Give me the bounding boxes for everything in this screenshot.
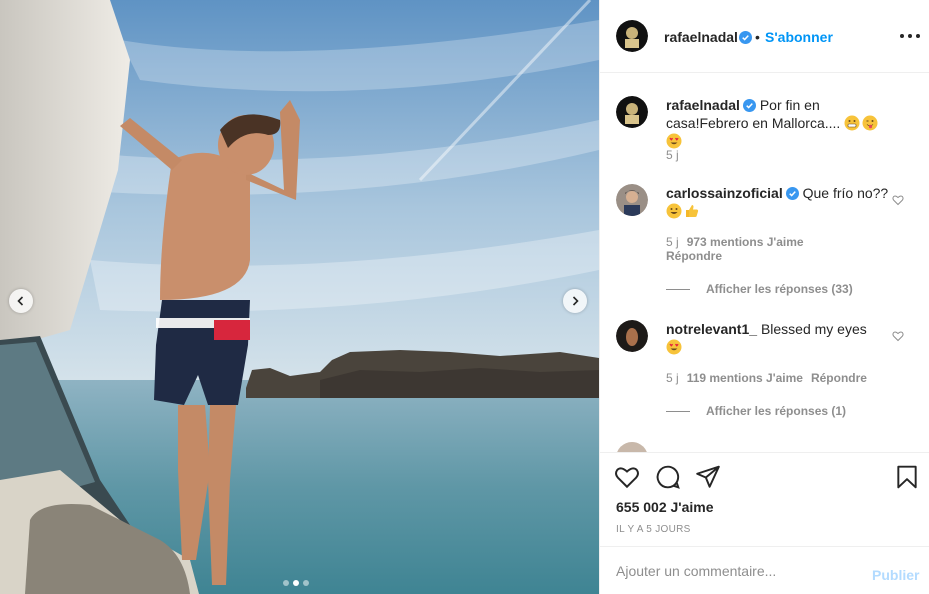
avatar-image: [616, 96, 648, 128]
post-actions: 655 002 J'aime IL Y A 5 JOURS: [600, 452, 929, 546]
carousel-dot: [283, 580, 289, 586]
save-bookmark-icon[interactable]: [894, 464, 920, 490]
heart-eyes-face-emoji: [666, 339, 682, 355]
verified-badge-icon: [785, 187, 799, 200]
chevron-right-icon: [572, 296, 579, 306]
caption-avatar[interactable]: [616, 96, 648, 128]
avatar-image: [616, 320, 648, 352]
header-separator: •: [755, 29, 760, 45]
comment-text-block: notrelevant1_ Blessed my eyes: [666, 320, 894, 356]
grimacing-face-emoji: [844, 115, 860, 131]
more-options-button[interactable]: [900, 28, 920, 44]
more-options-dot-icon: [900, 34, 904, 38]
more-options-dot-icon: [916, 34, 920, 38]
photo-scene: [0, 0, 599, 594]
comment-text: Blessed my eyes: [760, 321, 867, 337]
add-comment-bar: Publier: [600, 546, 929, 594]
post-photo[interactable]: [0, 0, 599, 594]
verified-badge-icon: [739, 31, 752, 44]
reply-button[interactable]: Répondre: [811, 371, 867, 385]
caption-time[interactable]: 5 j: [666, 148, 679, 162]
grinning-face-emoji: [666, 203, 682, 219]
comment-bubble-icon[interactable]: [655, 464, 681, 490]
share-paper-plane-icon[interactable]: [695, 464, 721, 490]
next-slide-button[interactable]: [563, 289, 587, 313]
verified-badge-icon: [742, 99, 756, 112]
comment-text: Que frío no??: [802, 185, 889, 201]
comment-text-block: carlossainzoficial Que frío no??: [666, 184, 894, 220]
winking-tongue-face-emoji: [862, 115, 878, 131]
publish-button[interactable]: Publier: [872, 567, 919, 583]
caption-username[interactable]: rafaelnadal: [666, 97, 740, 113]
view-replies-button[interactable]: Afficher les réponses (1): [666, 404, 846, 418]
carousel-dot-active: [293, 580, 299, 586]
comment-meta: 5 j 119 mentions J'aime Répondre: [666, 371, 867, 385]
post-sidebar: rafaelnadal • S'abonner rafaelnadal Por …: [599, 0, 929, 594]
view-replies-label: Afficher les réponses (1): [706, 404, 847, 418]
comment-username[interactable]: carlossainzoficial: [666, 185, 783, 201]
post-date[interactable]: IL Y A 5 JOURS: [616, 524, 691, 535]
comment-likes[interactable]: 119 mentions J'aime: [687, 371, 803, 385]
heart-eyes-face-emoji: [666, 133, 682, 149]
carousel-indicator: [283, 580, 309, 586]
commenter-avatar[interactable]: [616, 320, 648, 352]
previous-slide-button[interactable]: [9, 289, 33, 313]
chevron-left-icon: [17, 296, 24, 306]
follow-button[interactable]: S'abonner: [765, 29, 833, 45]
comment-meta: 5 j 973 mentions J'aime Répondre: [666, 235, 804, 263]
comments-list[interactable]: rafaelnadal Por fin en casa!Febrero en M…: [600, 74, 929, 452]
likes-count[interactable]: 655 002 J'aime: [616, 499, 714, 515]
reply-button[interactable]: Répondre: [666, 249, 722, 263]
like-heart-icon[interactable]: [614, 464, 640, 490]
author-username[interactable]: rafaelnadal: [664, 29, 738, 45]
comment-time[interactable]: 5 j: [666, 235, 679, 249]
divider-line: [666, 288, 690, 290]
view-replies-label: Afficher les réponses (33): [706, 282, 853, 296]
thumbs-up-emoji: [686, 205, 699, 217]
avatar-image: [616, 184, 648, 216]
caption-text-block: rafaelnadal Por fin en casa!Febrero en M…: [666, 96, 894, 150]
divider-line: [666, 410, 690, 412]
author-avatar[interactable]: [616, 20, 648, 52]
commenter-avatar[interactable]: [616, 184, 648, 216]
like-comment-heart-icon[interactable]: [892, 194, 904, 206]
comment-username[interactable]: notrelevant1_: [666, 321, 757, 337]
next-commenter-avatar[interactable]: [616, 442, 648, 452]
like-comment-heart-icon[interactable]: [892, 330, 904, 342]
avatar-image: [616, 20, 648, 52]
comment-input[interactable]: [616, 560, 856, 582]
comment-likes[interactable]: 973 mentions J'aime: [687, 235, 804, 249]
carousel-dot: [303, 580, 309, 586]
comment-time[interactable]: 5 j: [666, 371, 679, 385]
view-replies-button[interactable]: Afficher les réponses (33): [666, 282, 853, 296]
more-options-dot-icon: [908, 34, 912, 38]
post-header: rafaelnadal • S'abonner: [600, 0, 929, 73]
